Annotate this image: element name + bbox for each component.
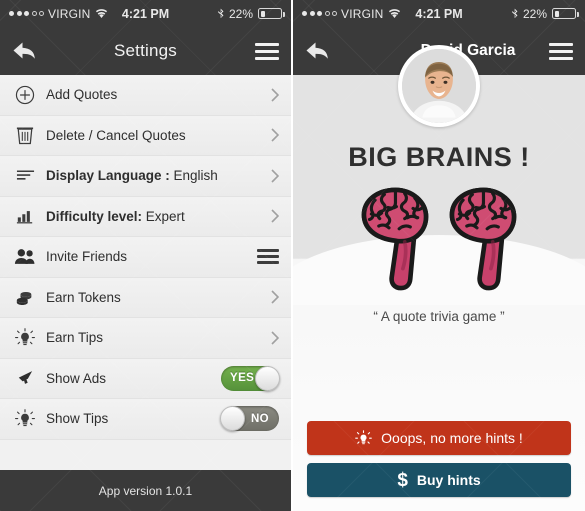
settings-row-display-language[interactable]: Display Language : English [0,156,291,197]
action-buttons: Ooops, no more hints ! $ Buy hints [307,421,571,497]
settings-row-label: Difficulty level: Expert [46,208,185,224]
settings-row-label: Add Quotes [46,87,118,103]
toggle-knob [255,365,280,391]
bluetooth-icon [217,8,224,20]
battery-icon [552,8,579,19]
game-title: BIG BRAINS ! [348,142,530,172]
battery-percent-label: 22% [522,6,547,21]
settings-row-add-quotes[interactable]: Add Quotes [0,75,291,116]
status-bar-right-group: 22% [511,6,579,21]
chevron-right-icon [271,331,279,345]
show-tips-toggle[interactable]: NO [220,406,279,432]
settings-row-label: Show Tips [46,411,109,427]
profile-body: BIG BRAINS ! “ A quote trivia game ” Ooo… [293,75,585,511]
brain-quotation-marks-logo [293,183,585,295]
hamburger-menu-icon[interactable] [255,42,279,60]
coins-icon [10,284,40,310]
button-label: Buy hints [416,472,481,488]
lightbulb-icon [355,429,373,447]
game-tagline: “ A quote trivia game ” [373,309,505,324]
battery-percent-label: 22% [228,6,253,21]
settings-list: Add Quotes Delete / Cancel Quotes Displa… [0,75,291,480]
profile-phone: VIRGIN 4:21 PM 22% David Garcia BIG BRAI… [293,0,585,511]
trash-icon [10,122,40,148]
wifi-icon [388,8,401,19]
battery-icon [258,8,285,19]
button-label: Ooops, no more hints ! [381,430,523,446]
status-bar-carrier-group: VIRGIN [9,7,108,21]
toggle-label: YES [230,372,255,385]
carrier-label: VIRGIN [341,6,384,21]
settings-row-label: Earn Tips [46,330,104,346]
chevron-right-icon [271,290,279,304]
settings-row-difficulty-level[interactable]: Difficulty level: Expert [0,196,291,237]
dual-phone-screenshot: VIRGIN 4:21 PM 22% Settings Add Quotes D… [0,0,585,511]
toggle-label: NO [250,412,269,425]
buy-hints-button[interactable]: $ Buy hints [307,463,571,497]
signal-strength-dots [9,11,44,16]
avatar-image [402,49,476,123]
settings-row-label: Invite Friends [46,249,128,265]
hamburger-menu-icon[interactable] [257,249,279,265]
chevron-right-icon [271,209,279,223]
settings-row-label: Delete / Cancel Quotes [46,127,186,143]
settings-phone: VIRGIN 4:21 PM 22% Settings Add Quotes D… [0,0,292,511]
status-bar-left: VIRGIN 4:21 PM 22% [0,0,291,27]
settings-row-label: Earn Tokens [46,289,121,305]
status-bar-carrier-group: VIRGIN [302,7,401,21]
people-icon [10,244,40,270]
plus-circle-icon [10,82,40,108]
status-bar-right: VIRGIN 4:21 PM 22% [293,0,585,27]
lightbulb-icon [10,325,40,351]
settings-nav-bar: Settings [0,27,291,75]
signal-strength-dots [302,11,337,16]
carrier-label: VIRGIN [48,6,91,21]
settings-row-show-tips[interactable]: Show Tips NO [0,399,291,440]
back-arrow-icon[interactable] [12,39,38,63]
page-title: Settings [113,41,178,60]
text-lines-icon [10,163,40,189]
chevron-right-icon [271,88,279,102]
app-version-footer: App version 1.0.1 [0,470,291,511]
status-bar-right-group: 22% [217,6,285,21]
settings-row-show-ads[interactable]: Show Ads YES [0,358,291,399]
chevron-right-icon [271,128,279,142]
no-more-hints-button[interactable]: Ooops, no more hints ! [307,421,571,455]
settings-row-invite-friends[interactable]: Invite Friends [0,237,291,278]
back-arrow-icon[interactable] [305,39,331,63]
bar-chart-icon [10,203,40,229]
bluetooth-icon [511,8,518,20]
show-ads-toggle[interactable]: YES [221,365,280,391]
chevron-right-icon [271,169,279,183]
settings-row-label: Display Language : English [46,168,218,184]
settings-row-earn-tips[interactable]: Earn Tips [0,318,291,359]
settings-row-label: Show Ads [46,370,107,386]
hamburger-menu-icon[interactable] [549,42,573,60]
settings-row-delete-quotes[interactable]: Delete / Cancel Quotes [0,115,291,156]
toggle-knob [220,406,245,432]
avatar[interactable] [398,45,480,127]
lightbulb-icon [10,406,40,432]
wifi-icon [95,8,108,19]
settings-row-earn-tokens[interactable]: Earn Tokens [0,277,291,318]
dollar-icon: $ [397,469,408,491]
megaphone-icon [10,365,40,391]
